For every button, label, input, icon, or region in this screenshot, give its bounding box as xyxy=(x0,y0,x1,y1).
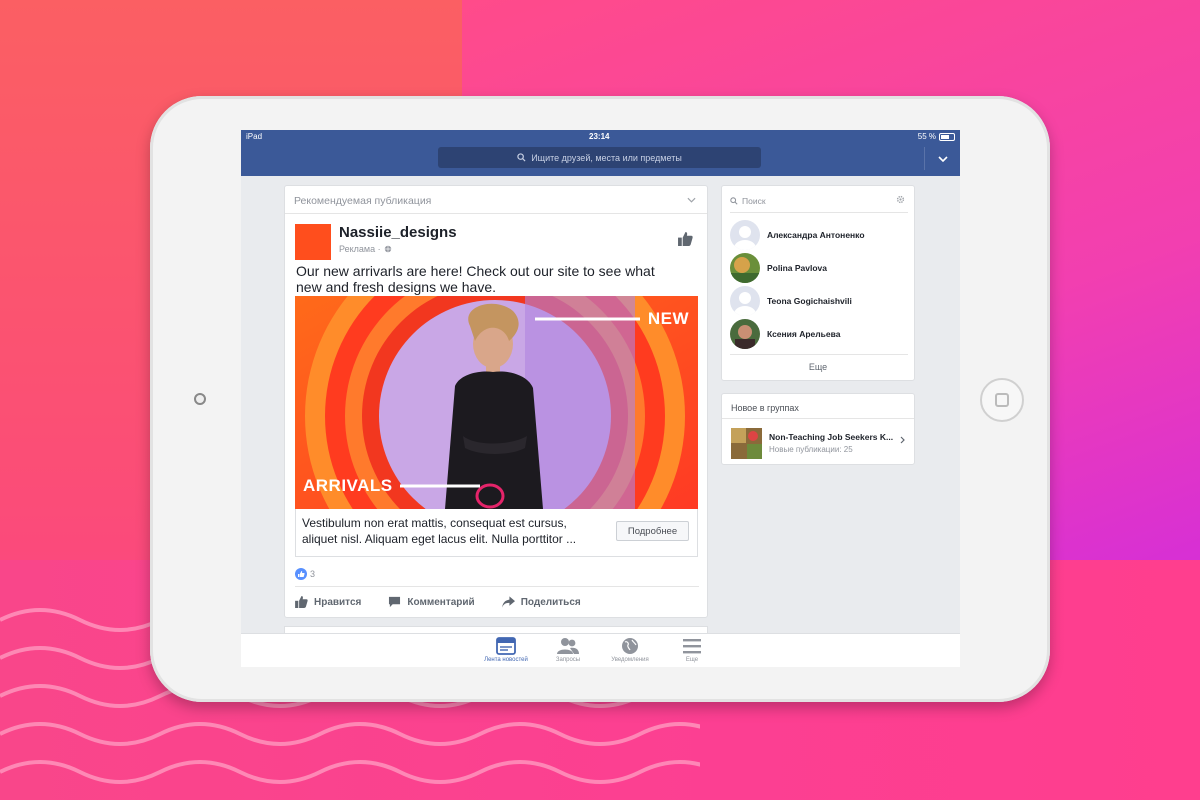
contact-item[interactable]: Polina Pavlova xyxy=(730,253,827,283)
comment-button[interactable]: Комментарий xyxy=(388,596,475,608)
tab-label: Уведомления xyxy=(611,657,649,663)
group-new-posts: Новые публикации: 25 xyxy=(769,445,853,454)
menu-dropdown-button[interactable] xyxy=(924,147,960,170)
post-options-chevron-icon[interactable] xyxy=(687,195,696,206)
sponsored-post: Рекомендуемая публикация Nassiie_designs… xyxy=(284,185,708,618)
contact-name: Polina Pavlova xyxy=(767,263,827,273)
tab-label: Еще xyxy=(685,657,699,663)
gear-icon[interactable] xyxy=(896,195,905,206)
divider xyxy=(730,212,908,213)
tab-news-feed[interactable]: Лента новостей xyxy=(476,637,536,663)
search-input[interactable]: Ищите друзей, места или предметы xyxy=(438,147,761,168)
search-icon xyxy=(730,197,738,205)
like-count: 3 xyxy=(310,569,316,579)
divider xyxy=(722,418,914,419)
chevron-right-icon[interactable] xyxy=(900,436,905,447)
tab-friend-requests[interactable]: Запросы xyxy=(538,637,598,663)
battery-percent: 55 % xyxy=(917,132,936,141)
thumbs-up-icon xyxy=(678,232,693,246)
battery-icon xyxy=(939,133,955,141)
contacts-more-link[interactable]: Еще xyxy=(722,362,914,372)
like-reaction-icon xyxy=(295,568,307,580)
contacts-panel: Поиск Александра Антоненко Polina Pavlov… xyxy=(721,185,915,381)
contact-item[interactable]: Александра Антоненко xyxy=(730,220,865,250)
ad-image[interactable]: NEW ARRIVALS xyxy=(295,296,698,509)
sponsored-text: Реклама · xyxy=(339,244,381,254)
chevron-down-icon xyxy=(937,155,948,162)
like-page-button[interactable] xyxy=(678,232,693,251)
comment-button-label: Комментарий xyxy=(407,596,475,608)
group-thumbnail[interactable] xyxy=(731,428,762,459)
thumbs-up-icon xyxy=(295,596,308,608)
like-summary[interactable]: 3 xyxy=(295,568,315,580)
avatar xyxy=(730,253,760,283)
contact-name: Александра Антоненко xyxy=(767,230,865,240)
share-icon xyxy=(501,596,515,608)
tab-label: Лента новостей xyxy=(484,657,528,663)
avatar xyxy=(730,286,760,316)
contact-name: Teona Gogichaishvili xyxy=(767,296,852,306)
comment-icon xyxy=(389,596,401,608)
share-button-label: Поделиться xyxy=(520,596,581,608)
contacts-search-placeholder: Поиск xyxy=(742,196,766,206)
learn-more-button[interactable]: Подробнее xyxy=(616,521,689,541)
ad-link-footer[interactable]: Vestibulum non erat mattis, consequat es… xyxy=(295,509,698,557)
search-placeholder: Ищите друзей, места или предметы xyxy=(531,152,682,163)
contact-name: Ксения Арельева xyxy=(767,329,841,339)
like-button[interactable]: Нравится xyxy=(295,596,361,608)
page-avatar[interactable] xyxy=(295,224,331,260)
post-section-title: Рекомендуемая публикация xyxy=(294,195,432,207)
ipad-device: iPad 23:14 55 % Ищите друзей, места или … xyxy=(150,96,1050,702)
divider xyxy=(285,213,707,214)
avatar xyxy=(730,319,760,349)
groups-panel: Новое в группах Non-Teaching Job Seekers… xyxy=(721,393,915,465)
top-navigation-bar: iPad 23:14 55 % Ищите друзей, места или … xyxy=(241,130,960,176)
carrier-label: iPad xyxy=(246,132,263,141)
page-name-link[interactable]: Nassiie_designs xyxy=(339,224,457,241)
tab-notifications[interactable]: Уведомления xyxy=(600,637,660,663)
contact-item[interactable]: Ксения Арельева xyxy=(730,319,840,349)
contact-item[interactable]: Teona Gogichaishvili xyxy=(730,286,852,316)
ipad-camera xyxy=(194,393,206,405)
contacts-search-input[interactable]: Поиск xyxy=(730,196,766,206)
avatar xyxy=(730,220,760,250)
group-name-link[interactable]: Non-Teaching Job Seekers K... xyxy=(769,432,893,442)
share-button[interactable]: Поделиться xyxy=(501,596,581,608)
ipad-home-button[interactable] xyxy=(980,378,1024,422)
menu-icon xyxy=(683,639,701,654)
divider xyxy=(295,586,699,587)
divider xyxy=(730,354,908,355)
like-button-label: Нравится xyxy=(314,596,362,608)
status-bar: iPad 23:14 55 % xyxy=(241,130,960,144)
friend-requests-icon xyxy=(557,638,579,654)
tab-label: Запросы xyxy=(555,657,581,663)
post-text: Our new arrivarls are here! Check out ou… xyxy=(296,263,655,295)
facebook-screen: iPad 23:14 55 % Ищите друзей, места или … xyxy=(241,130,960,667)
tab-more[interactable]: Еще xyxy=(662,637,722,663)
ad-text-new: NEW xyxy=(647,309,689,328)
bottom-tab-bar: Лента новостей Запросы Уведомления Еще xyxy=(241,633,960,667)
search-icon xyxy=(517,153,526,162)
groups-title: Новое в группах xyxy=(731,403,799,413)
ad-description: Vestibulum non erat mattis, consequat es… xyxy=(302,516,577,546)
globe-small-icon xyxy=(384,245,391,253)
news-feed-icon xyxy=(496,637,516,655)
post-actions: Нравится Комментарий Поделиться xyxy=(295,596,699,608)
ad-text-arrivals: ARRIVALS xyxy=(303,476,393,495)
globe-icon xyxy=(622,638,638,654)
clock: 23:14 xyxy=(589,132,610,141)
sponsored-label: Реклама · xyxy=(339,244,392,254)
